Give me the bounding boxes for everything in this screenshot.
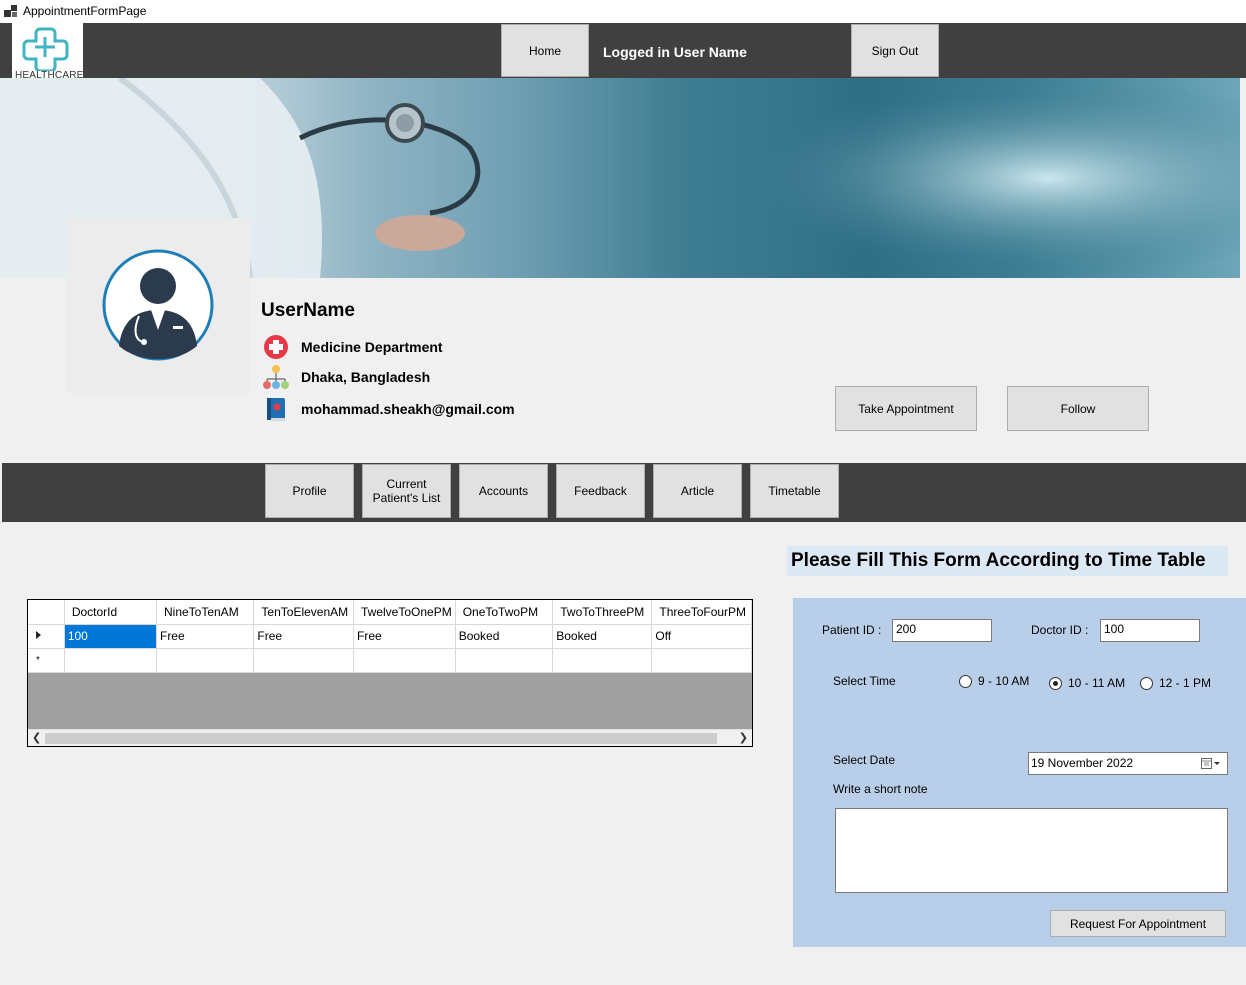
grid-cell[interactable]: Booked [455,624,554,649]
scrollbar-thumb[interactable] [45,733,717,744]
profile-username: UserName [261,300,355,321]
column-header[interactable]: ThreeToFourPM [651,600,752,625]
timetable-grid[interactable]: DoctorId NineToTenAM TenToElevenAM Twelv… [27,599,753,747]
grid-cell[interactable] [455,648,554,673]
current-row-arrow-icon [36,631,41,639]
nav-feedback-button[interactable]: Feedback [556,464,645,518]
logged-in-user-name: Logged in User Name [603,44,747,60]
grid-cell[interactable]: Free [156,624,255,649]
note-label: Write a short note [833,782,928,796]
column-header[interactable]: OneToTwoPM [455,600,554,625]
department-text: Medicine Department [301,339,443,355]
radio-selected-icon [1049,676,1062,690]
nav-current-patients-button[interactable]: Current Patient's List [362,464,451,518]
short-note-textarea[interactable] [835,808,1228,893]
column-header[interactable]: NineToTenAM [156,600,255,625]
doctor-id-input[interactable]: 100 [1100,619,1200,642]
column-header[interactable]: TwoToThreePM [552,600,653,625]
grid-cell[interactable] [156,648,255,673]
grid-cell[interactable]: 100 [64,624,157,649]
nav-profile-button[interactable]: Profile [265,464,354,518]
new-row-marker[interactable]: * [28,648,65,673]
calendar-dropdown-icon[interactable] [1201,757,1221,770]
scroll-left-arrow-icon[interactable]: ❮ [32,731,41,744]
grid-cell[interactable]: Free [353,624,456,649]
form-title: Please Fill This Form According to Time … [787,546,1228,576]
location-text: Dhaka, Bangladesh [301,369,431,385]
column-header[interactable]: DoctorId [64,600,157,625]
time-option-12-1pm[interactable]: 12 - 1 PM [1140,676,1211,690]
home-button[interactable]: Home [501,24,589,77]
time-option-label: 12 - 1 PM [1159,676,1212,690]
grid-cell[interactable] [552,648,653,673]
doctor-id-label: Doctor ID : [1031,623,1089,637]
app-icon [4,5,17,17]
grid-cell[interactable] [64,648,157,673]
grid-cell[interactable] [353,648,456,673]
horizontal-scrollbar[interactable]: ❮ ❯ [28,729,752,746]
time-option-10-11am[interactable]: 10 - 11 AM [1049,676,1125,690]
medical-cross-icon [264,335,288,359]
logo-text: HEALTHCARE [15,70,83,78]
contact-book-icon [267,398,285,421]
row-selector[interactable] [28,624,65,649]
window-title: AppointmentFormPage [23,4,147,18]
nav-timetable-button[interactable]: Timetable [750,464,839,518]
table-row[interactable]: 100 Free Free Free Booked Booked Off [28,624,752,649]
date-value: 19 November 2022 [1031,756,1134,770]
grid-corner-cell [28,600,65,625]
email-row: mohammad.sheakh@gmail.com [262,395,515,423]
date-picker[interactable]: 19 November 2022 [1028,752,1228,775]
doctor-avatar-box [67,218,250,393]
email-text: mohammad.sheakh@gmail.com [301,401,515,417]
grid-cell[interactable] [253,648,354,673]
new-table-row[interactable]: * [28,648,752,673]
radio-circle-icon [959,674,972,688]
select-time-label: Select Time [833,674,896,688]
healthcare-logo: HEALTHCARE [12,23,83,78]
take-appointment-button[interactable]: Take Appointment [835,386,977,431]
nav-current-patients-label: Current Patient's List [372,477,441,505]
grid-header-row: DoctorId NineToTenAM TenToElevenAM Twelv… [28,600,752,625]
time-option-label: 10 - 11 AM [1068,676,1126,690]
grid-cell[interactable]: Off [651,624,752,649]
select-date-label: Select Date [833,753,896,767]
patient-id-label: Patient ID : [822,623,882,637]
sign-out-button[interactable]: Sign Out [851,24,939,77]
grid-cell[interactable]: Booked [552,624,653,649]
column-header[interactable]: TwelveToOnePM [353,600,456,625]
appointment-form-panel: Patient ID : 200 Doctor ID : 100 Select … [793,598,1246,947]
doctor-avatar-icon [102,249,214,361]
grid-cell[interactable]: Free [253,624,354,649]
scroll-right-arrow-icon[interactable]: ❯ [739,731,748,744]
column-header[interactable]: TenToElevenAM [253,600,354,625]
patient-id-input[interactable]: 200 [892,619,992,642]
follow-button[interactable]: Follow [1007,386,1149,431]
radio-circle-icon [1140,676,1153,690]
medical-cross-logo-icon [22,27,69,73]
window-titlebar: AppointmentFormPage [0,0,1246,23]
nav-article-button[interactable]: Article [653,464,742,518]
location-network-icon [263,365,289,389]
time-option-9-10am[interactable]: 9 - 10 AM [959,674,1029,688]
header-bar: HEALTHCARE Home Logged in User Name Sign… [0,23,1246,78]
profile-nav-bar: Profile Current Patient's List Accounts … [2,463,1246,522]
time-option-label: 9 - 10 AM [978,674,1030,688]
grid-cell[interactable] [651,648,752,673]
request-appointment-button[interactable]: Request For Appointment [1050,910,1226,937]
timetable-table: DoctorId NineToTenAM TenToElevenAM Twelv… [28,600,752,673]
department-row: Medicine Department [262,333,443,361]
nav-accounts-button[interactable]: Accounts [459,464,548,518]
location-row: Dhaka, Bangladesh [262,363,430,391]
